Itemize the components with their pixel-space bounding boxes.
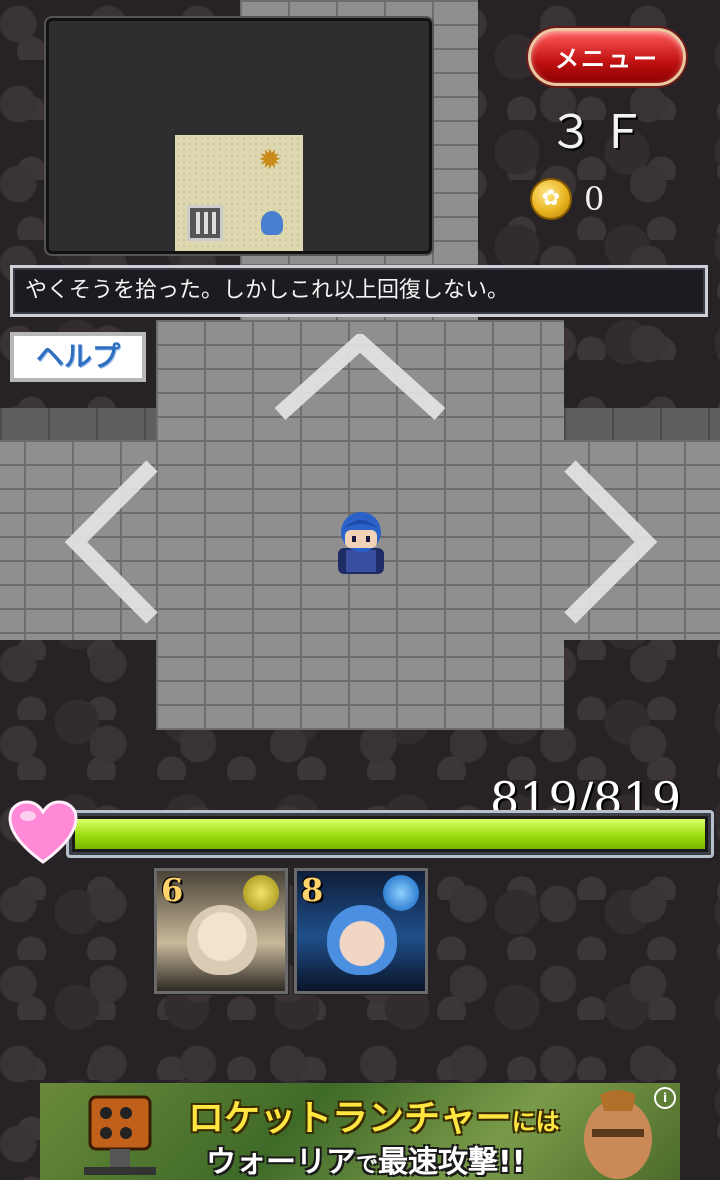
heart-icon (8, 800, 78, 864)
floor-indicator: ３Ｆ (548, 105, 652, 159)
hp-bar (66, 810, 714, 858)
party-card-2[interactable]: 8 (294, 868, 428, 994)
message-window: やくそうを拾った。しかしこれ以上回復しない。 (10, 265, 708, 317)
wall-edge-west (0, 408, 156, 440)
arrow-left-icon[interactable] (64, 458, 160, 626)
warrior-icon (584, 1090, 652, 1179)
coin-icon: ✿ (530, 178, 572, 220)
arrow-up-icon[interactable] (270, 334, 450, 420)
ad-subline: ウォーリアで最速攻撃!! (206, 1145, 526, 1180)
stairs-icon (187, 205, 223, 241)
card-level: 6 (161, 871, 184, 909)
ad-banner[interactable]: ロケットランチャーには ウォーリアで最速攻撃!! i (40, 1083, 680, 1180)
rocket-launcher-icon (84, 1095, 156, 1175)
party-card-1[interactable]: 6 (154, 868, 288, 994)
menu-button[interactable]: メニュー (528, 28, 686, 86)
player-character (338, 512, 384, 574)
wall-edge-east (564, 408, 720, 440)
arrow-right-icon[interactable] (562, 458, 658, 626)
card-level: 8 (301, 871, 324, 909)
emblem-icon (383, 875, 419, 911)
help-button[interactable]: ヘルプ (10, 332, 146, 382)
minimap-room: ✹ (175, 135, 303, 251)
coin-count: 0 (584, 180, 605, 218)
spider-enemy-icon: ✹ (258, 143, 282, 176)
ad-info-icon[interactable]: i (654, 1087, 676, 1109)
minimap: ✹ (46, 18, 432, 254)
ad-headline: ロケットランチャーには (188, 1098, 560, 1139)
hp-bar-fill (75, 819, 705, 849)
minimap-player-icon (261, 211, 283, 235)
character-portrait (187, 905, 257, 975)
emblem-icon (243, 875, 279, 911)
character-portrait (327, 905, 397, 975)
